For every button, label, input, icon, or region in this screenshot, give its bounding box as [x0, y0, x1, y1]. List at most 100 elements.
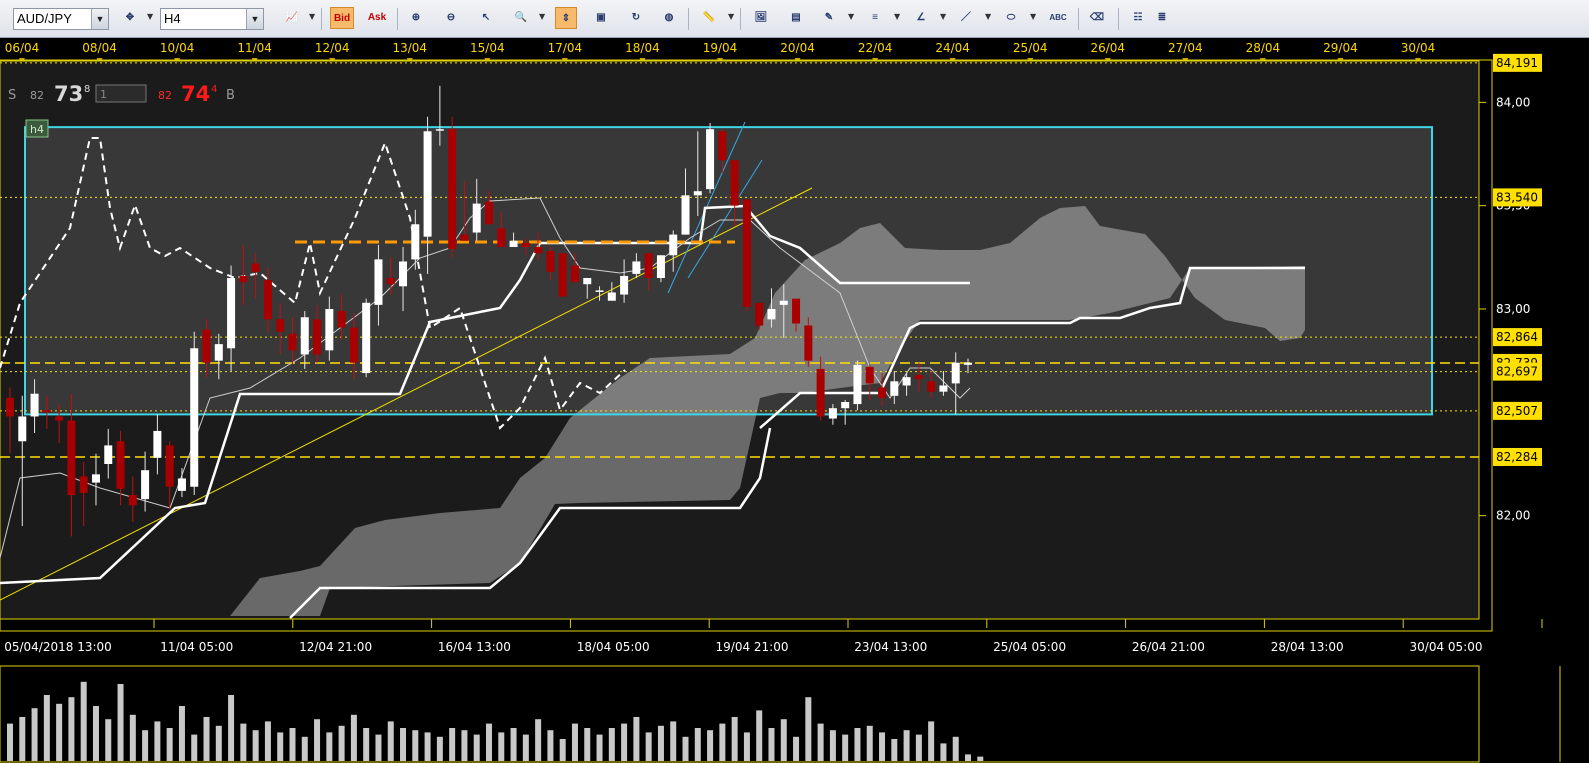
timeframe-select[interactable]: H4 ▼	[160, 8, 264, 30]
volume-bar	[191, 734, 198, 761]
objects-tree-icon[interactable]: ☷	[1127, 7, 1149, 29]
candle-body	[423, 131, 432, 237]
chevron-down-icon[interactable]: ▼	[309, 12, 315, 21]
candle-body	[165, 445, 174, 487]
candle-body	[521, 242, 530, 247]
volume-bar	[559, 739, 566, 761]
candle-body	[878, 387, 887, 398]
chevron-down-icon[interactable]: ▼	[894, 12, 900, 21]
volume-bar	[31, 708, 38, 761]
top-date-label: 25/04	[1013, 41, 1048, 55]
volume-bar	[363, 728, 370, 761]
volume-bar	[228, 695, 235, 761]
bid-button[interactable]: Bid	[330, 7, 354, 29]
volume-bar	[412, 730, 419, 761]
candle-body	[767, 309, 776, 320]
price-chart[interactable]: 06/04 08/04 10/04 11/04 12/04 13/04 15/04 17/04…	[0, 38, 1589, 763]
candle-body	[485, 201, 493, 225]
candle-body	[263, 280, 272, 320]
zoom-area-icon[interactable]: 🔍	[510, 7, 532, 29]
screenshot-icon[interactable]: ▣	[590, 7, 612, 29]
volume-bar	[584, 728, 591, 761]
chevron-down-icon[interactable]: ▼	[728, 12, 734, 21]
volume-bar	[338, 725, 345, 761]
price-tick-label: 83,00	[1496, 302, 1530, 316]
chart-type-icon[interactable]: 📈	[281, 7, 303, 29]
bottom-date-label: 18/04 05:00	[577, 640, 650, 654]
candle-body	[227, 278, 236, 349]
sell-label: S	[8, 88, 16, 103]
trendline-icon[interactable]: ／	[955, 7, 977, 29]
bottom-date-label: 19/04 21:00	[716, 640, 789, 654]
volume-bar	[449, 728, 456, 761]
top-date-label: 15/04	[470, 41, 505, 55]
chevron-down-icon[interactable]: ▼	[1030, 12, 1036, 21]
top-date-label: 12/04	[315, 41, 350, 55]
candle-body	[362, 302, 371, 374]
globe-icon[interactable]: ◍	[658, 7, 680, 29]
bottom-date-label: 25/04 05:00	[993, 640, 1066, 654]
candle-body	[828, 408, 837, 419]
zoom-out-icon[interactable]: ⊖	[440, 7, 462, 29]
volume-bar	[436, 736, 443, 761]
chevron-down-icon[interactable]: ▼	[940, 12, 946, 21]
volume-bar	[596, 734, 603, 761]
candle-body	[595, 290, 604, 292]
candle-body	[534, 247, 543, 254]
more-icon[interactable]: ≣	[1155, 7, 1169, 29]
candle-body	[202, 329, 211, 363]
volume-bar	[891, 739, 898, 761]
image-icon[interactable]: 🖼	[750, 7, 772, 29]
volume-bar	[743, 732, 750, 761]
lines-icon[interactable]: ≡	[864, 7, 886, 29]
symbol-select[interactable]: AUD/JPY ▼	[13, 8, 109, 30]
cursor-icon[interactable]: ↖	[475, 7, 497, 29]
price-level-label: 84,191	[1496, 56, 1538, 70]
price-level-label: 82,864	[1496, 330, 1538, 344]
candle-body	[865, 366, 874, 384]
top-date-label: 20/04	[780, 41, 815, 55]
chevron-down-icon[interactable]: ▼	[848, 12, 854, 21]
volume-bar	[842, 734, 849, 761]
volume-bar	[707, 730, 714, 761]
eraser-icon[interactable]: ⌫	[1086, 7, 1108, 29]
chevron-down-icon[interactable]: ▼	[539, 12, 545, 21]
candle-body	[116, 441, 125, 489]
ruler-icon[interactable]: 📏	[698, 7, 720, 29]
draw-tools-icon[interactable]: ✎	[818, 7, 840, 29]
candle-body	[288, 333, 297, 351]
chevron-down-icon[interactable]: ▼	[147, 12, 153, 21]
volume-bar	[203, 717, 210, 761]
volume-bar	[522, 734, 529, 761]
chevron-down-icon[interactable]: ▼	[985, 12, 991, 21]
volume-bar	[866, 725, 873, 761]
bottom-date-label: 16/04 13:00	[438, 640, 511, 654]
candle-body	[841, 402, 850, 409]
volume-bar	[928, 721, 935, 761]
price-level-label: 83,540	[1496, 190, 1538, 204]
template-icon[interactable]: ▤	[785, 7, 807, 29]
buy-price[interactable]: 74	[181, 82, 210, 106]
volume-bar	[142, 730, 149, 761]
candle-body	[6, 397, 14, 417]
lot-value: 1	[100, 88, 107, 101]
top-date-label: 13/04	[392, 41, 427, 55]
zoom-in-icon[interactable]: ⊕	[405, 7, 427, 29]
bottom-date-label: 05/04/2018 13:00	[4, 640, 112, 654]
crosshair-icon[interactable]: ✥	[119, 7, 141, 29]
volume-bar	[68, 697, 75, 761]
chevron-down-icon[interactable]: ▼	[246, 9, 263, 29]
fan-icon[interactable]: ∠	[910, 7, 932, 29]
ellipse-icon[interactable]: ⬭	[1000, 7, 1022, 29]
candle-body	[632, 261, 641, 274]
top-date-label: 24/04	[935, 41, 970, 55]
refresh-icon[interactable]: ↻	[625, 7, 647, 29]
chevron-down-icon[interactable]: ▼	[91, 9, 108, 29]
candle-body	[706, 129, 715, 190]
scale-icon[interactable]: ⇕	[555, 7, 577, 29]
ask-button[interactable]: Ask	[365, 7, 389, 29]
candle-body	[964, 362, 972, 365]
text-tool-button[interactable]: ABC	[1045, 7, 1071, 29]
candle-body	[435, 129, 444, 131]
sell-price[interactable]: 73	[54, 82, 83, 106]
